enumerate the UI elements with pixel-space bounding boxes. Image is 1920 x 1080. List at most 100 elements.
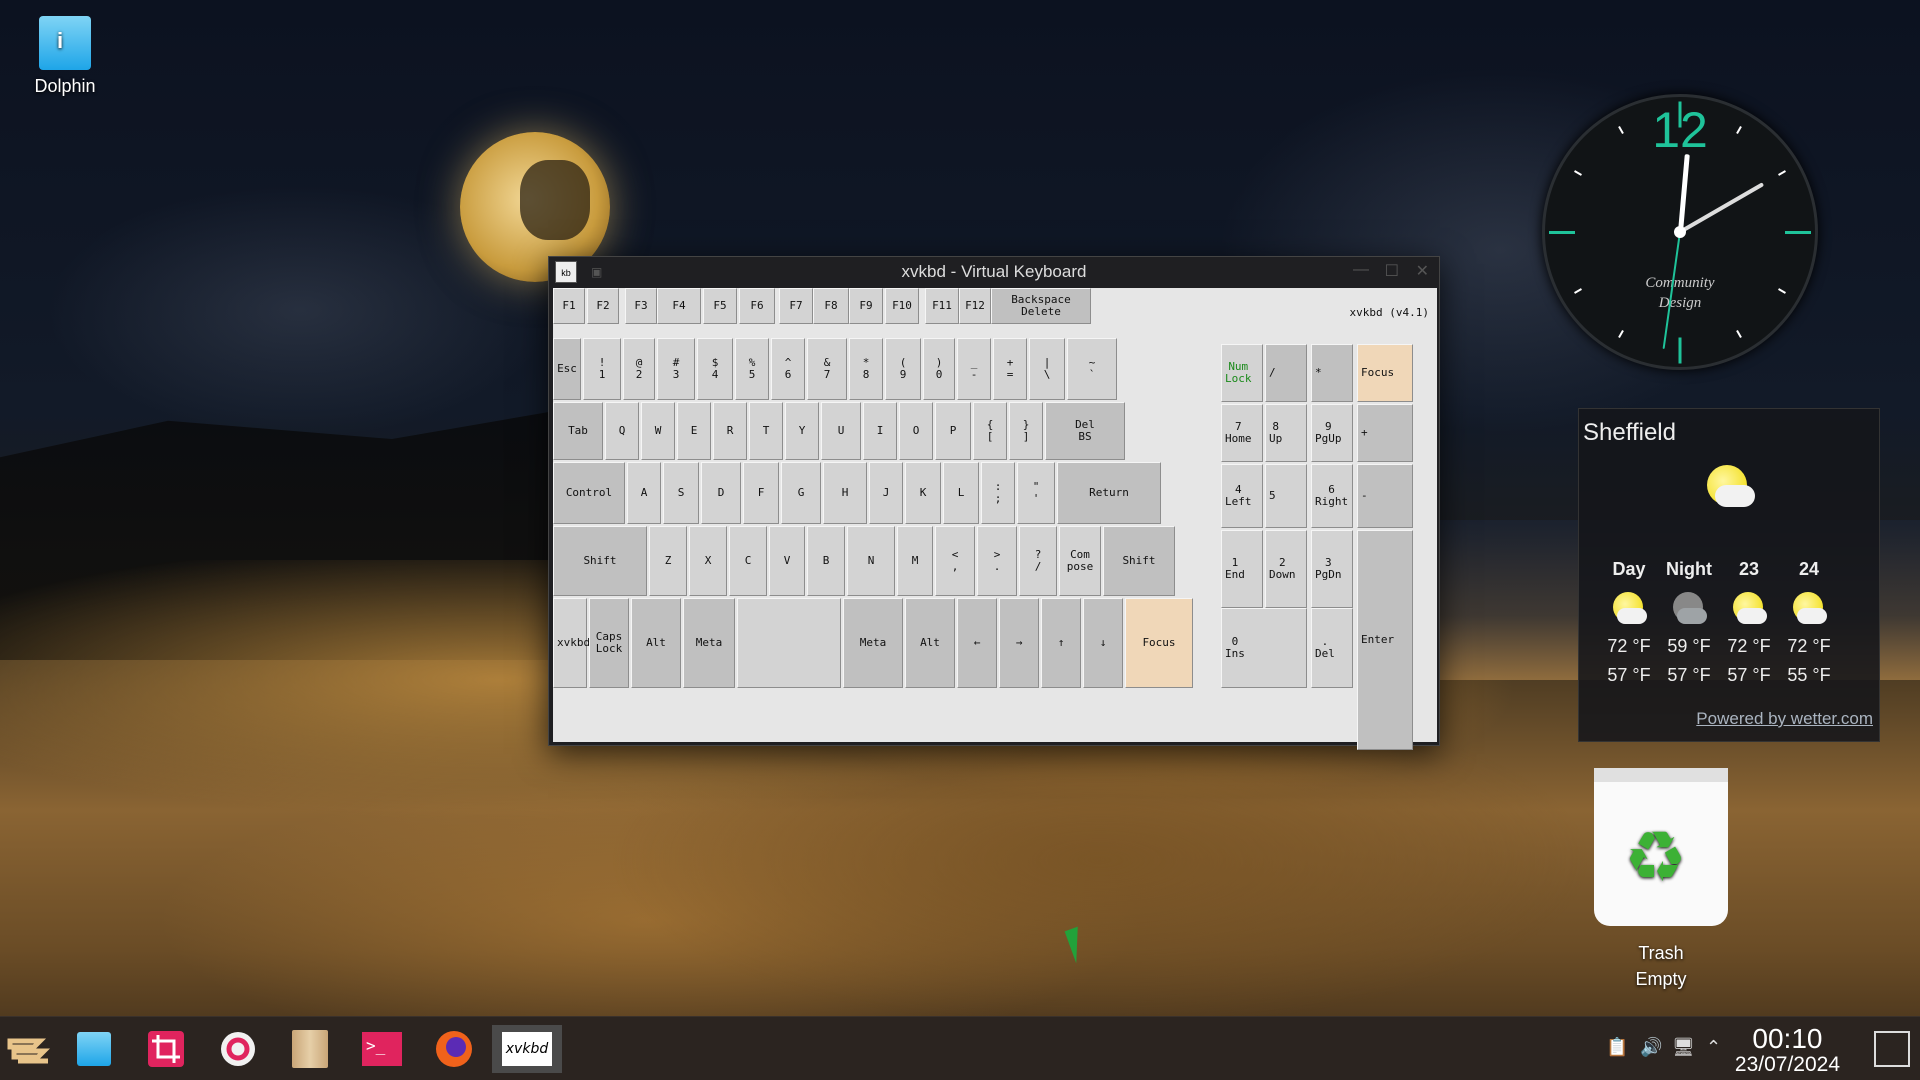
- key-caps-lock[interactable]: Caps Lock: [589, 598, 629, 688]
- key-↓[interactable]: ↓: [1083, 598, 1123, 688]
- key-q[interactable]: Q: [605, 402, 639, 460]
- key-c[interactable]: C: [729, 526, 767, 596]
- key-*[interactable]: *: [1311, 344, 1353, 402]
- key-*-8[interactable]: * 8: [849, 338, 883, 400]
- key-k[interactable]: K: [905, 462, 941, 524]
- key-control[interactable]: Control: [553, 462, 625, 524]
- key-|-\[interactable]: | \: [1029, 338, 1065, 400]
- key-x[interactable]: X: [689, 526, 727, 596]
- key-+[interactable]: +: [1357, 404, 1413, 462]
- key-.-del[interactable]: . Del: [1311, 608, 1353, 688]
- key-meta[interactable]: Meta: [683, 598, 735, 688]
- weather-powered-link[interactable]: Powered by wetter.com: [1696, 709, 1873, 729]
- key-8-up[interactable]: 8 Up: [1265, 404, 1307, 462]
- settings-icon[interactable]: [214, 1025, 262, 1073]
- key-p[interactable]: P: [935, 402, 971, 460]
- key-s[interactable]: S: [663, 462, 699, 524]
- key-shift[interactable]: Shift: [553, 526, 647, 596]
- key-0-ins[interactable]: 0 Ins: [1221, 608, 1307, 688]
- key--[interactable]: -: [1357, 464, 1413, 528]
- key-focus[interactable]: Focus: [1357, 344, 1413, 402]
- key->-.[interactable]: > .: [977, 526, 1017, 596]
- key-f5[interactable]: F5: [703, 288, 737, 324]
- terminal-icon[interactable]: >_: [358, 1025, 406, 1073]
- minimize-icon[interactable]: —: [1353, 261, 1369, 279]
- key-v[interactable]: V: [769, 526, 805, 596]
- key-:-;[interactable]: : ;: [981, 462, 1015, 524]
- key-!-1[interactable]: ! 1: [583, 338, 621, 400]
- clipboard-icon[interactable]: 📋: [1606, 1037, 1628, 1058]
- close-icon[interactable]: ✕: [1416, 261, 1429, 281]
- key-_--[interactable]: _ -: [957, 338, 991, 400]
- key-@-2[interactable]: @ 2: [623, 338, 655, 400]
- key-→[interactable]: →: [999, 598, 1039, 688]
- key-7-home[interactable]: 7 Home: [1221, 404, 1263, 462]
- key-^-6[interactable]: ^ 6: [771, 338, 805, 400]
- key-a[interactable]: A: [627, 462, 661, 524]
- key-2-down[interactable]: 2 Down: [1265, 530, 1307, 608]
- key-f11[interactable]: F11: [925, 288, 959, 324]
- window-titlebar[interactable]: kb ▣ xvkbd - Virtual Keyboard — ☐ ✕: [549, 257, 1439, 287]
- key-<-,[interactable]: < ,: [935, 526, 975, 596]
- desktop-icon-dolphin[interactable]: Dolphin: [22, 16, 108, 97]
- key-esc[interactable]: Esc: [553, 338, 581, 400]
- key-f1[interactable]: F1: [553, 288, 585, 324]
- key-o[interactable]: O: [899, 402, 933, 460]
- key-"-'[interactable]: " ': [1017, 462, 1055, 524]
- key-#-3[interactable]: # 3: [657, 338, 695, 400]
- firefox-icon[interactable]: [430, 1025, 478, 1073]
- key-?-/[interactable]: ? /: [1019, 526, 1057, 596]
- key-alt[interactable]: Alt: [905, 598, 955, 688]
- key-/[interactable]: /: [1265, 344, 1307, 402]
- archive-icon[interactable]: [286, 1025, 334, 1073]
- key-f12[interactable]: F12: [959, 288, 991, 324]
- key-space[interactable]: [737, 598, 841, 688]
- key-3-pgdn[interactable]: 3 PgDn: [1311, 530, 1353, 608]
- key-z[interactable]: Z: [649, 526, 687, 596]
- key-t[interactable]: T: [749, 402, 783, 460]
- key-n[interactable]: N: [847, 526, 895, 596]
- key-g[interactable]: G: [781, 462, 821, 524]
- key-↑[interactable]: ↑: [1041, 598, 1081, 688]
- key-com-pose[interactable]: Com pose: [1059, 526, 1101, 596]
- key-backspace-delete[interactable]: Backspace Delete: [991, 288, 1091, 324]
- application-launcher-icon[interactable]: [4, 1025, 52, 1073]
- key-{-[[interactable]: { [: [973, 402, 1007, 460]
- key-shift[interactable]: Shift: [1103, 526, 1175, 596]
- key-i[interactable]: I: [863, 402, 897, 460]
- key-r[interactable]: R: [713, 402, 747, 460]
- key-←[interactable]: ←: [957, 598, 997, 688]
- key-&-7[interactable]: & 7: [807, 338, 847, 400]
- key-l[interactable]: L: [943, 462, 979, 524]
- key-$-4[interactable]: $ 4: [697, 338, 733, 400]
- key-del-bs[interactable]: Del BS: [1045, 402, 1125, 460]
- key-e[interactable]: E: [677, 402, 711, 460]
- taskbar-clock[interactable]: 00:10 23/07/2024: [1735, 1025, 1840, 1077]
- network-icon[interactable]: 🖥: [1672, 1037, 1695, 1058]
- key-(-9[interactable]: ( 9: [885, 338, 921, 400]
- key-num-lock[interactable]: Num Lock: [1221, 344, 1263, 402]
- key-f9[interactable]: F9: [849, 288, 883, 324]
- key-f7[interactable]: F7: [779, 288, 813, 324]
- key-b[interactable]: B: [807, 526, 845, 596]
- show-desktop-button[interactable]: [1874, 1031, 1910, 1067]
- key-w[interactable]: W: [641, 402, 675, 460]
- analog-clock-widget[interactable]: 12 Community Design: [1542, 94, 1818, 370]
- key-m[interactable]: M: [897, 526, 933, 596]
- key-f[interactable]: F: [743, 462, 779, 524]
- key-xvkbd[interactable]: xvkbd: [553, 598, 590, 688]
- key-1-end[interactable]: 1 End: [1221, 530, 1263, 608]
- key-}-][interactable]: } ]: [1009, 402, 1043, 460]
- key-f10[interactable]: F10: [885, 288, 919, 324]
- key-focus[interactable]: Focus: [1125, 598, 1193, 688]
- key-5[interactable]: 5: [1265, 464, 1307, 528]
- key-h[interactable]: H: [823, 462, 867, 524]
- volume-icon[interactable]: 🔊: [1640, 1037, 1662, 1058]
- key-%-5[interactable]: % 5: [735, 338, 769, 400]
- key-f8[interactable]: F8: [813, 288, 849, 324]
- key-alt[interactable]: Alt: [631, 598, 681, 688]
- key-y[interactable]: Y: [785, 402, 819, 460]
- key-6-right[interactable]: 6 Right: [1311, 464, 1353, 528]
- key-return[interactable]: Return: [1057, 462, 1161, 524]
- maximize-icon[interactable]: ☐: [1385, 261, 1399, 281]
